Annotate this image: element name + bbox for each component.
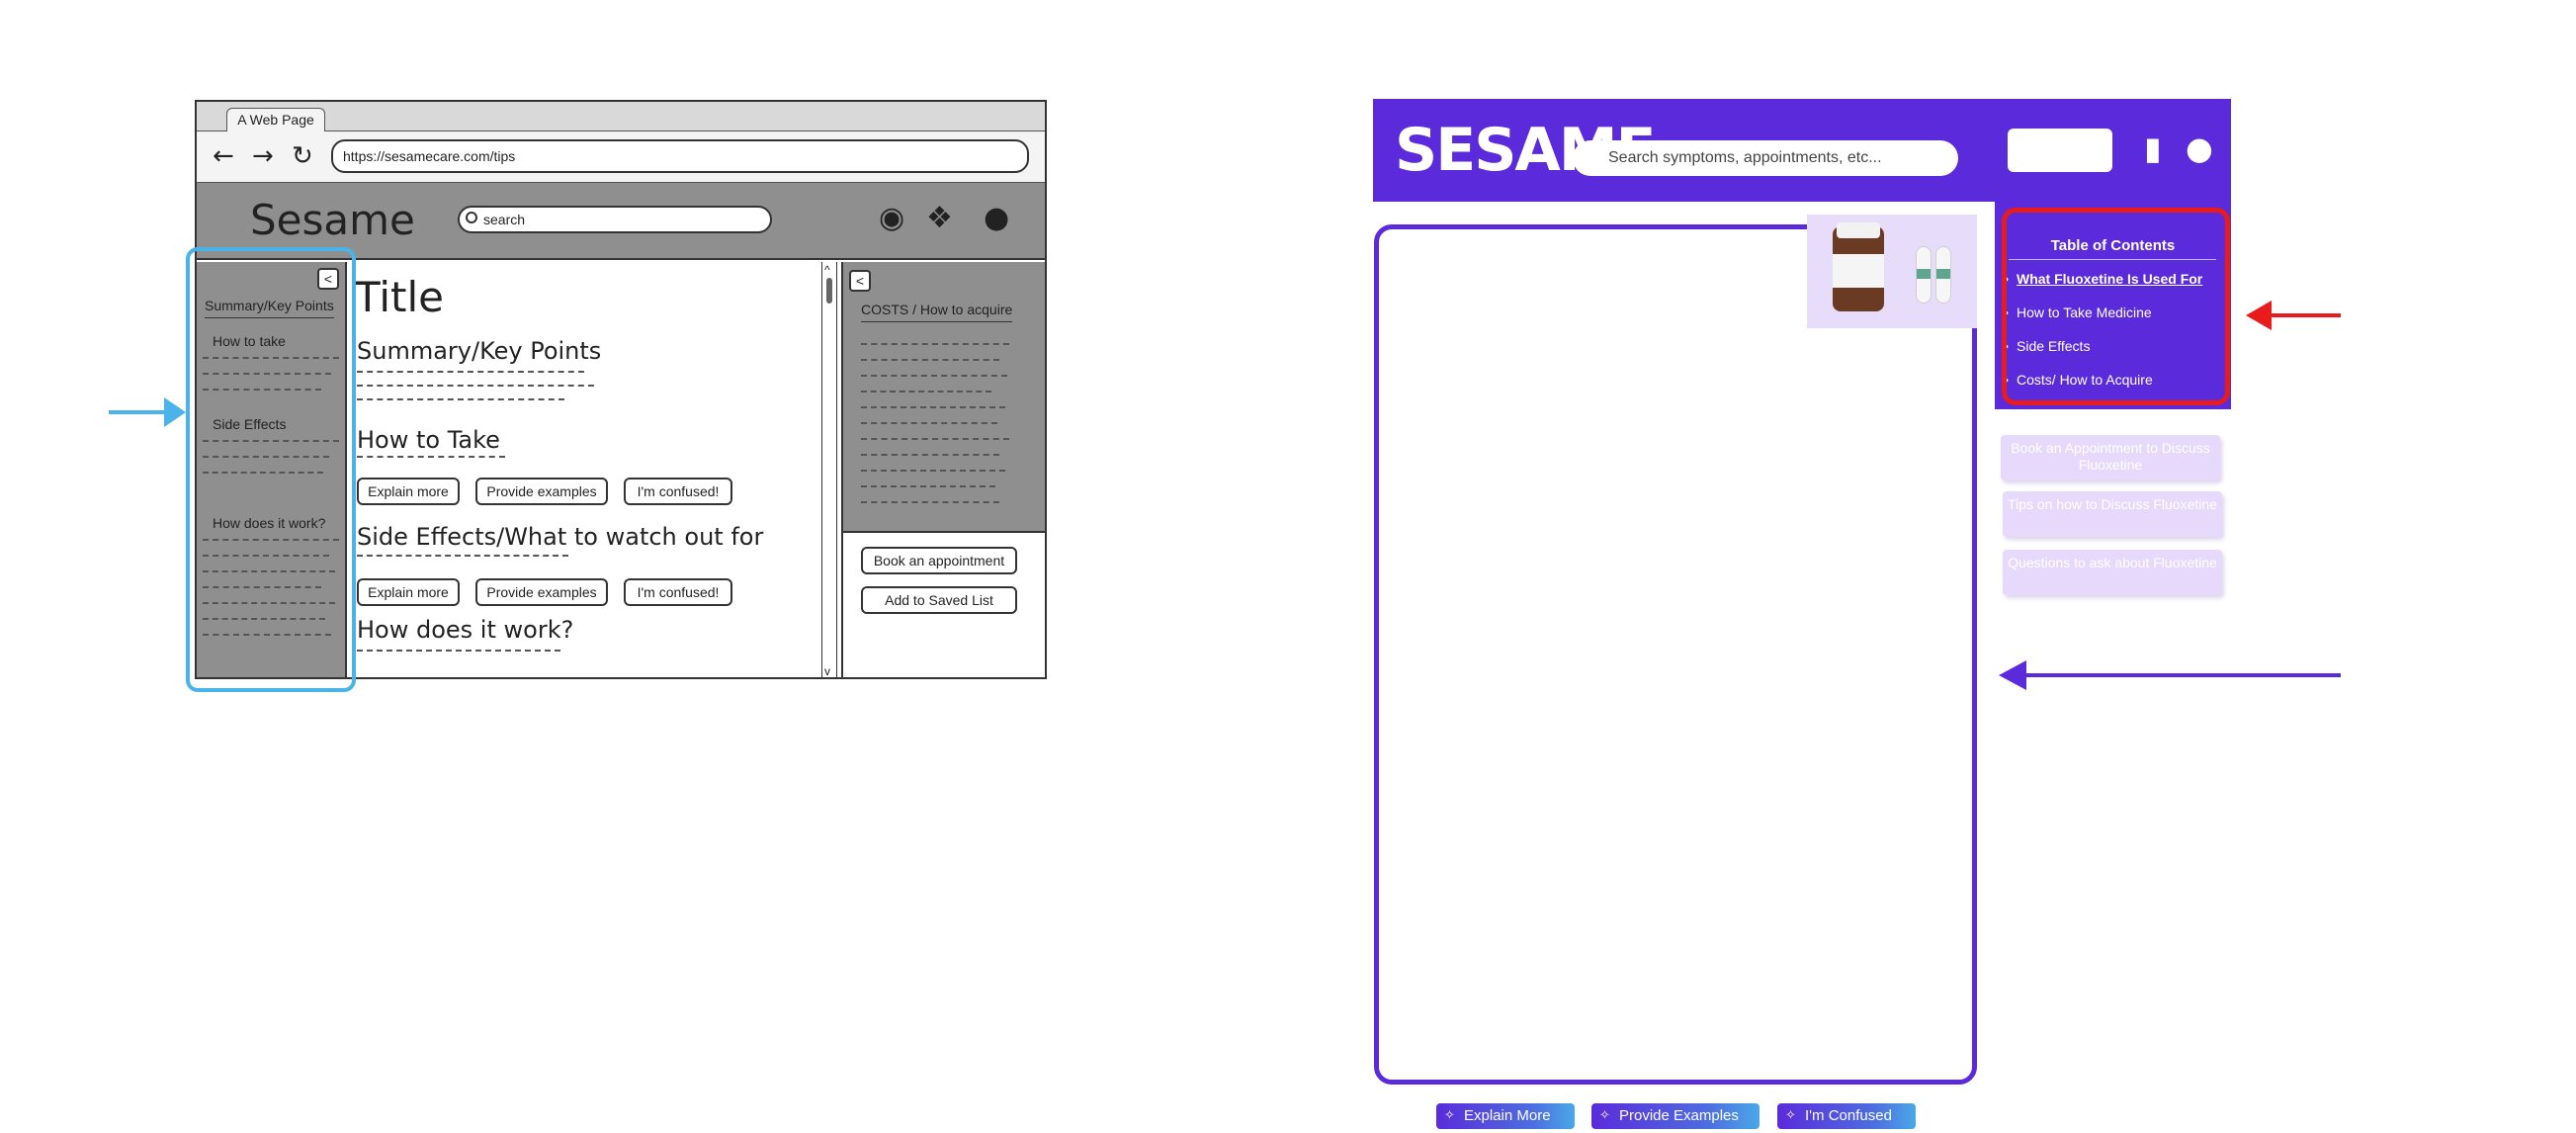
wireframe-logo[interactable]: Sesame: [250, 197, 415, 244]
placeholder-text: [357, 555, 568, 561]
user-icon[interactable]: ●: [2186, 129, 2213, 168]
medication-image: [1807, 215, 1977, 328]
capsule-band: [1936, 269, 1950, 279]
explain-more-label: Explain More: [1464, 1107, 1551, 1124]
placeholder-text: [861, 422, 997, 428]
wireframe-search-input[interactable]: search: [458, 206, 772, 233]
placeholder-text: [357, 650, 560, 655]
placeholder-text: [861, 359, 999, 365]
provide-examples-button[interactable]: ✧ Provide Examples: [1591, 1103, 1760, 1129]
discussion-tips-button[interactable]: Tips on how to Discuss Fluoxetine: [2003, 491, 2222, 537]
red-arrow-icon: [2270, 313, 2341, 317]
url-bar[interactable]: https://sesamecare.com/tips: [331, 139, 1029, 173]
wireframe-nav-bar: ← → ↻ https://sesamecare.com/tips: [197, 131, 1045, 183]
placeholder-text: [861, 343, 1009, 349]
blue-arrow-icon: [109, 410, 168, 414]
wireframe-scrollbar[interactable]: ^ v: [821, 262, 837, 677]
im-confused-button[interactable]: I'm confused!: [624, 478, 732, 505]
placeholder-text: [357, 398, 564, 404]
scroll-down-icon[interactable]: v: [824, 665, 830, 677]
pill-bottle-icon: [1833, 222, 1884, 311]
sparkle-icon: ✧: [1785, 1108, 1796, 1123]
capsule-icon: [1935, 246, 1951, 304]
provide-examples-label: Provide Examples: [1619, 1107, 1739, 1124]
placeholder-text: [861, 375, 1007, 381]
page-title: Title: [355, 273, 445, 321]
book-appointment-button[interactable]: Book an appointment: [861, 547, 1017, 574]
section-heading: Summary/Key Points: [357, 337, 602, 365]
sparkle-icon: ✧: [1444, 1108, 1455, 1123]
header-blank-button[interactable]: [2008, 129, 2112, 172]
add-to-saved-list-button[interactable]: Add to Saved List: [861, 586, 1017, 614]
explain-more-button[interactable]: Explain more: [357, 478, 460, 505]
placeholder-text: [861, 501, 999, 507]
red-arrow-head-icon: [2246, 301, 2272, 330]
placeholder-text: [357, 385, 594, 391]
placeholder-text: [861, 470, 1005, 476]
provide-examples-button[interactable]: Provide examples: [475, 578, 608, 606]
bookmark-icon[interactable]: ▮: [2144, 129, 2162, 168]
placeholder-text: [861, 406, 1005, 412]
section-heading: How to Take: [357, 426, 500, 454]
sesame-header: SESAME Search symptoms, appointments, et…: [1373, 99, 2231, 202]
capsule-band: [1917, 269, 1931, 279]
user-icon[interactable]: ●: [984, 201, 1009, 236]
section-heading: How does it work?: [357, 616, 574, 644]
bookmark-icon[interactable]: ❖: [926, 201, 953, 236]
wireframe-tab[interactable]: A Web Page: [226, 108, 325, 131]
wireframe-main-content: Title Summary/Key Points How to Take Exp…: [349, 262, 819, 677]
eye-icon[interactable]: ◉: [879, 201, 904, 236]
sparkle-icon: ✧: [1599, 1108, 1610, 1123]
placeholder-text: [861, 391, 991, 396]
wireframe-tab-bar: A Web Page: [197, 102, 1045, 131]
questions-to-ask-button[interactable]: Questions to ask about Fluoxetine: [2003, 550, 2222, 595]
back-arrow-icon[interactable]: ←: [213, 141, 234, 171]
bottle-cap: [1837, 222, 1880, 238]
im-confused-label: I'm Confused: [1805, 1107, 1892, 1124]
section-heading: Side Effects/What to watch out for: [357, 523, 764, 551]
placeholder-text: [861, 485, 995, 491]
purple-arrow-head-icon: [1999, 660, 2026, 690]
book-appointment-button[interactable]: Book an Appointment to Discuss Fluoxetin…: [2001, 435, 2220, 480]
right-panel-title[interactable]: COSTS / How to acquire: [861, 302, 1013, 322]
forward-arrow-icon[interactable]: →: [252, 141, 274, 171]
placeholder-text: [861, 454, 999, 460]
bottle-label: [1833, 254, 1884, 288]
im-confused-button[interactable]: ✧ I'm Confused: [1777, 1103, 1916, 1129]
scroll-up-icon[interactable]: ^: [824, 264, 830, 276]
toc-highlight: [2002, 208, 2230, 405]
placeholder-text: [357, 456, 505, 462]
search-icon: [466, 212, 477, 223]
explain-more-button[interactable]: Explain more: [357, 578, 460, 606]
reload-icon[interactable]: ↻: [292, 141, 313, 171]
scroll-thumb[interactable]: [826, 278, 832, 304]
wireframe-right-panel: < COSTS / How to acquire: [841, 262, 1045, 531]
wireframe-right-actions: Book an appointment Add to Saved List: [841, 531, 1045, 677]
wireframe-search-placeholder: search: [483, 212, 526, 227]
purple-arrow-icon: [2024, 673, 2341, 677]
explain-more-button[interactable]: ✧ Explain More: [1436, 1103, 1575, 1129]
im-confused-button[interactable]: I'm confused!: [624, 578, 732, 606]
placeholder-text: [861, 438, 1009, 444]
placeholder-text: [357, 371, 584, 377]
capsule-icon: [1916, 246, 1932, 304]
blue-arrow-head-icon: [164, 397, 186, 427]
provide-examples-button[interactable]: Provide examples: [475, 478, 608, 505]
article-content-panel: [1374, 224, 1977, 1085]
left-panel-highlight: [186, 247, 356, 692]
right-panel-collapse-button[interactable]: <: [849, 270, 871, 292]
sesame-search-input[interactable]: Search symptoms, appointments, etc...: [1573, 140, 1958, 176]
